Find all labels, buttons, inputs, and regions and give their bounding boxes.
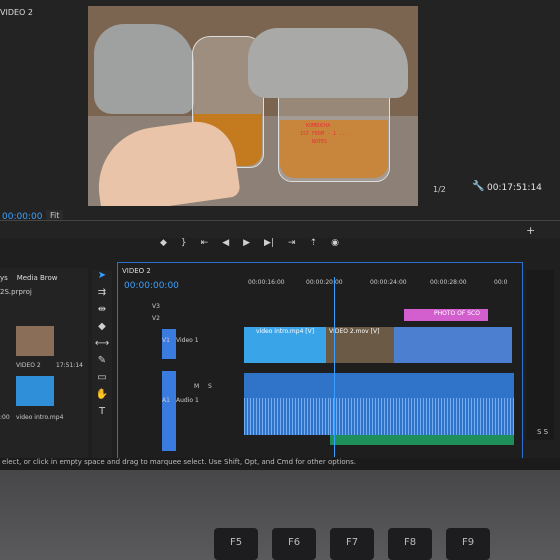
clip-video-intro-label: video intro.mp4 [V] — [256, 328, 315, 335]
project-tab[interactable]: ys — [0, 274, 8, 282]
audio-clip-2[interactable] — [330, 373, 514, 435]
waveform — [330, 397, 514, 435]
clip-video-2-ext[interactable] — [394, 327, 512, 363]
waveform — [244, 397, 330, 435]
status-bar: elect, or click in empty space and drag … — [0, 458, 560, 470]
thumb-label-video-2: VIDEO 2 — [16, 362, 41, 369]
key-f9: F9 — [446, 528, 490, 560]
go-to-in-icon[interactable]: ⇤ — [201, 238, 209, 252]
timeline-timecode[interactable]: 00:00:00:00 — [124, 281, 179, 291]
step-forward-icon[interactable]: ▶| — [264, 238, 274, 252]
clip-video-2[interactable]: VIDEO 2.mov [V] — [326, 327, 394, 363]
track-headers: V3 V2 V1 Video 1 M S A1 Audio 1 — [118, 299, 244, 459]
m-button[interactable]: M — [194, 383, 199, 390]
cloth-left — [94, 24, 194, 114]
a1-name: Audio 1 — [176, 397, 199, 404]
razor-icon[interactable]: ◆ — [98, 321, 106, 332]
ripple-edit-icon[interactable]: ⇹ — [98, 304, 106, 315]
key-f7: F7 — [330, 528, 374, 560]
thumb-duration-video-2: 17:51:14 — [56, 362, 83, 369]
thumb-duration-video-intro: :00 — [0, 414, 10, 421]
key-f5: F5 — [214, 528, 258, 560]
audio-clip-green[interactable] — [330, 435, 514, 445]
ruler-label: 00:00:28:00 — [430, 279, 467, 286]
hand-icon[interactable]: ✋ — [96, 389, 108, 400]
meter-label: S S — [537, 428, 549, 436]
clip-video-2-label: VIDEO 2.mov [V] — [329, 328, 380, 335]
lift-icon[interactable]: ⇡ — [310, 238, 318, 252]
thumb-video-2[interactable] — [16, 326, 54, 356]
a1-source-pill[interactable] — [162, 371, 176, 451]
program-monitor: VIDEO 2 KOMBUCHA 1ST FERM - 1 ... NOTES … — [0, 0, 560, 248]
step-back-icon[interactable]: ◀ — [222, 238, 229, 252]
project-tabs: ys Media Brow — [0, 274, 58, 282]
program-timecode-right: 00:17:51:14 — [487, 183, 542, 193]
program-tab[interactable]: VIDEO 2 — [0, 8, 33, 17]
timeline-tracks[interactable]: PHOTO OF SCO video intro.mp4 [V] VIDEO 2… — [244, 299, 514, 459]
jar-label-line-3: NOTES — [312, 139, 328, 145]
play-icon[interactable]: ▶ — [243, 238, 250, 252]
audio-clip-1[interactable] — [244, 373, 330, 435]
mark-in-icon[interactable]: ◆ — [160, 238, 167, 252]
project-panel: ys Media Brow 2S.prproj VIDEO 2 17:51:14… — [0, 268, 88, 468]
key-f6: F6 — [272, 528, 316, 560]
cloth-right — [248, 28, 408, 98]
playhead[interactable] — [334, 277, 335, 457]
v1-name: Video 1 — [176, 337, 199, 344]
a1-label: A1 — [162, 397, 170, 404]
timeline-ruler[interactable]: 00:00:16:00 00:00:20:00 00:00:24:00 00:0… — [248, 279, 518, 291]
v1-source-pill[interactable] — [162, 329, 176, 359]
resolution-dropdown[interactable]: 1/2 — [433, 185, 446, 194]
media-browser-tab[interactable]: Media Brow — [17, 274, 58, 282]
clip-video-intro[interactable]: video intro.mp4 [V] — [244, 327, 326, 363]
tools-panel: ➤ ⇉ ⇹ ◆ ⟷ ✎ ▭ ✋ T — [92, 270, 112, 460]
type-icon[interactable]: T — [99, 406, 105, 417]
key-f8: F8 — [388, 528, 432, 560]
thumb-label-video-intro: video intro.mp4 — [16, 414, 64, 421]
program-ruler[interactable] — [0, 220, 560, 235]
pen-icon[interactable]: ✎ — [98, 355, 106, 366]
v1-label: V1 — [162, 337, 170, 344]
selection-tool-icon[interactable]: ➤ — [98, 270, 106, 281]
camera-icon[interactable]: ◉ — [331, 238, 339, 252]
add-button-icon[interactable]: + — [526, 224, 535, 237]
ruler-label: 00:00:24:00 — [370, 279, 407, 286]
transport-controls: ◆ } ⇤ ◀ ▶ ▶| ⇥ ⇡ ◉ — [160, 238, 420, 252]
timeline-tab[interactable]: VIDEO 2 — [122, 267, 151, 275]
jar-label-line-2: 1ST FERM - 1 ... — [300, 131, 349, 137]
go-to-out-icon[interactable]: ⇥ — [288, 238, 296, 252]
wrench-icon[interactable]: 🔧 — [472, 181, 484, 192]
ruler-label: 00:00:20:00 — [306, 279, 343, 286]
jar-label-line-1: KOMBUCHA — [306, 123, 331, 129]
ruler-label: 00:00:16:00 — [248, 279, 285, 286]
clip-photo-label: PHOTO OF SCO — [434, 310, 480, 317]
premiere-screen: VIDEO 2 KOMBUCHA 1ST FERM - 1 ... NOTES … — [0, 0, 560, 470]
thumb-video-intro[interactable] — [16, 376, 54, 406]
audio-meter — [526, 270, 554, 440]
clip-pink-v2[interactable]: PHOTO OF SCO — [404, 309, 488, 321]
slip-icon[interactable]: ⟷ — [95, 338, 109, 349]
track-select-icon[interactable]: ⇉ — [98, 287, 106, 298]
timeline-panel: VIDEO 2 00:00:00:00 00:00:16:00 00:00:20… — [117, 262, 523, 462]
program-video-frame: KOMBUCHA 1ST FERM - 1 ... NOTES — [88, 6, 418, 206]
rectangle-icon[interactable]: ▭ — [97, 372, 106, 383]
ruler-label: 00:0 — [494, 279, 508, 286]
jar-right-liquid — [280, 120, 388, 178]
mark-out-icon[interactable]: } — [181, 238, 187, 252]
s-button[interactable]: S — [208, 383, 212, 390]
project-filename: 2S.prproj — [0, 288, 32, 296]
